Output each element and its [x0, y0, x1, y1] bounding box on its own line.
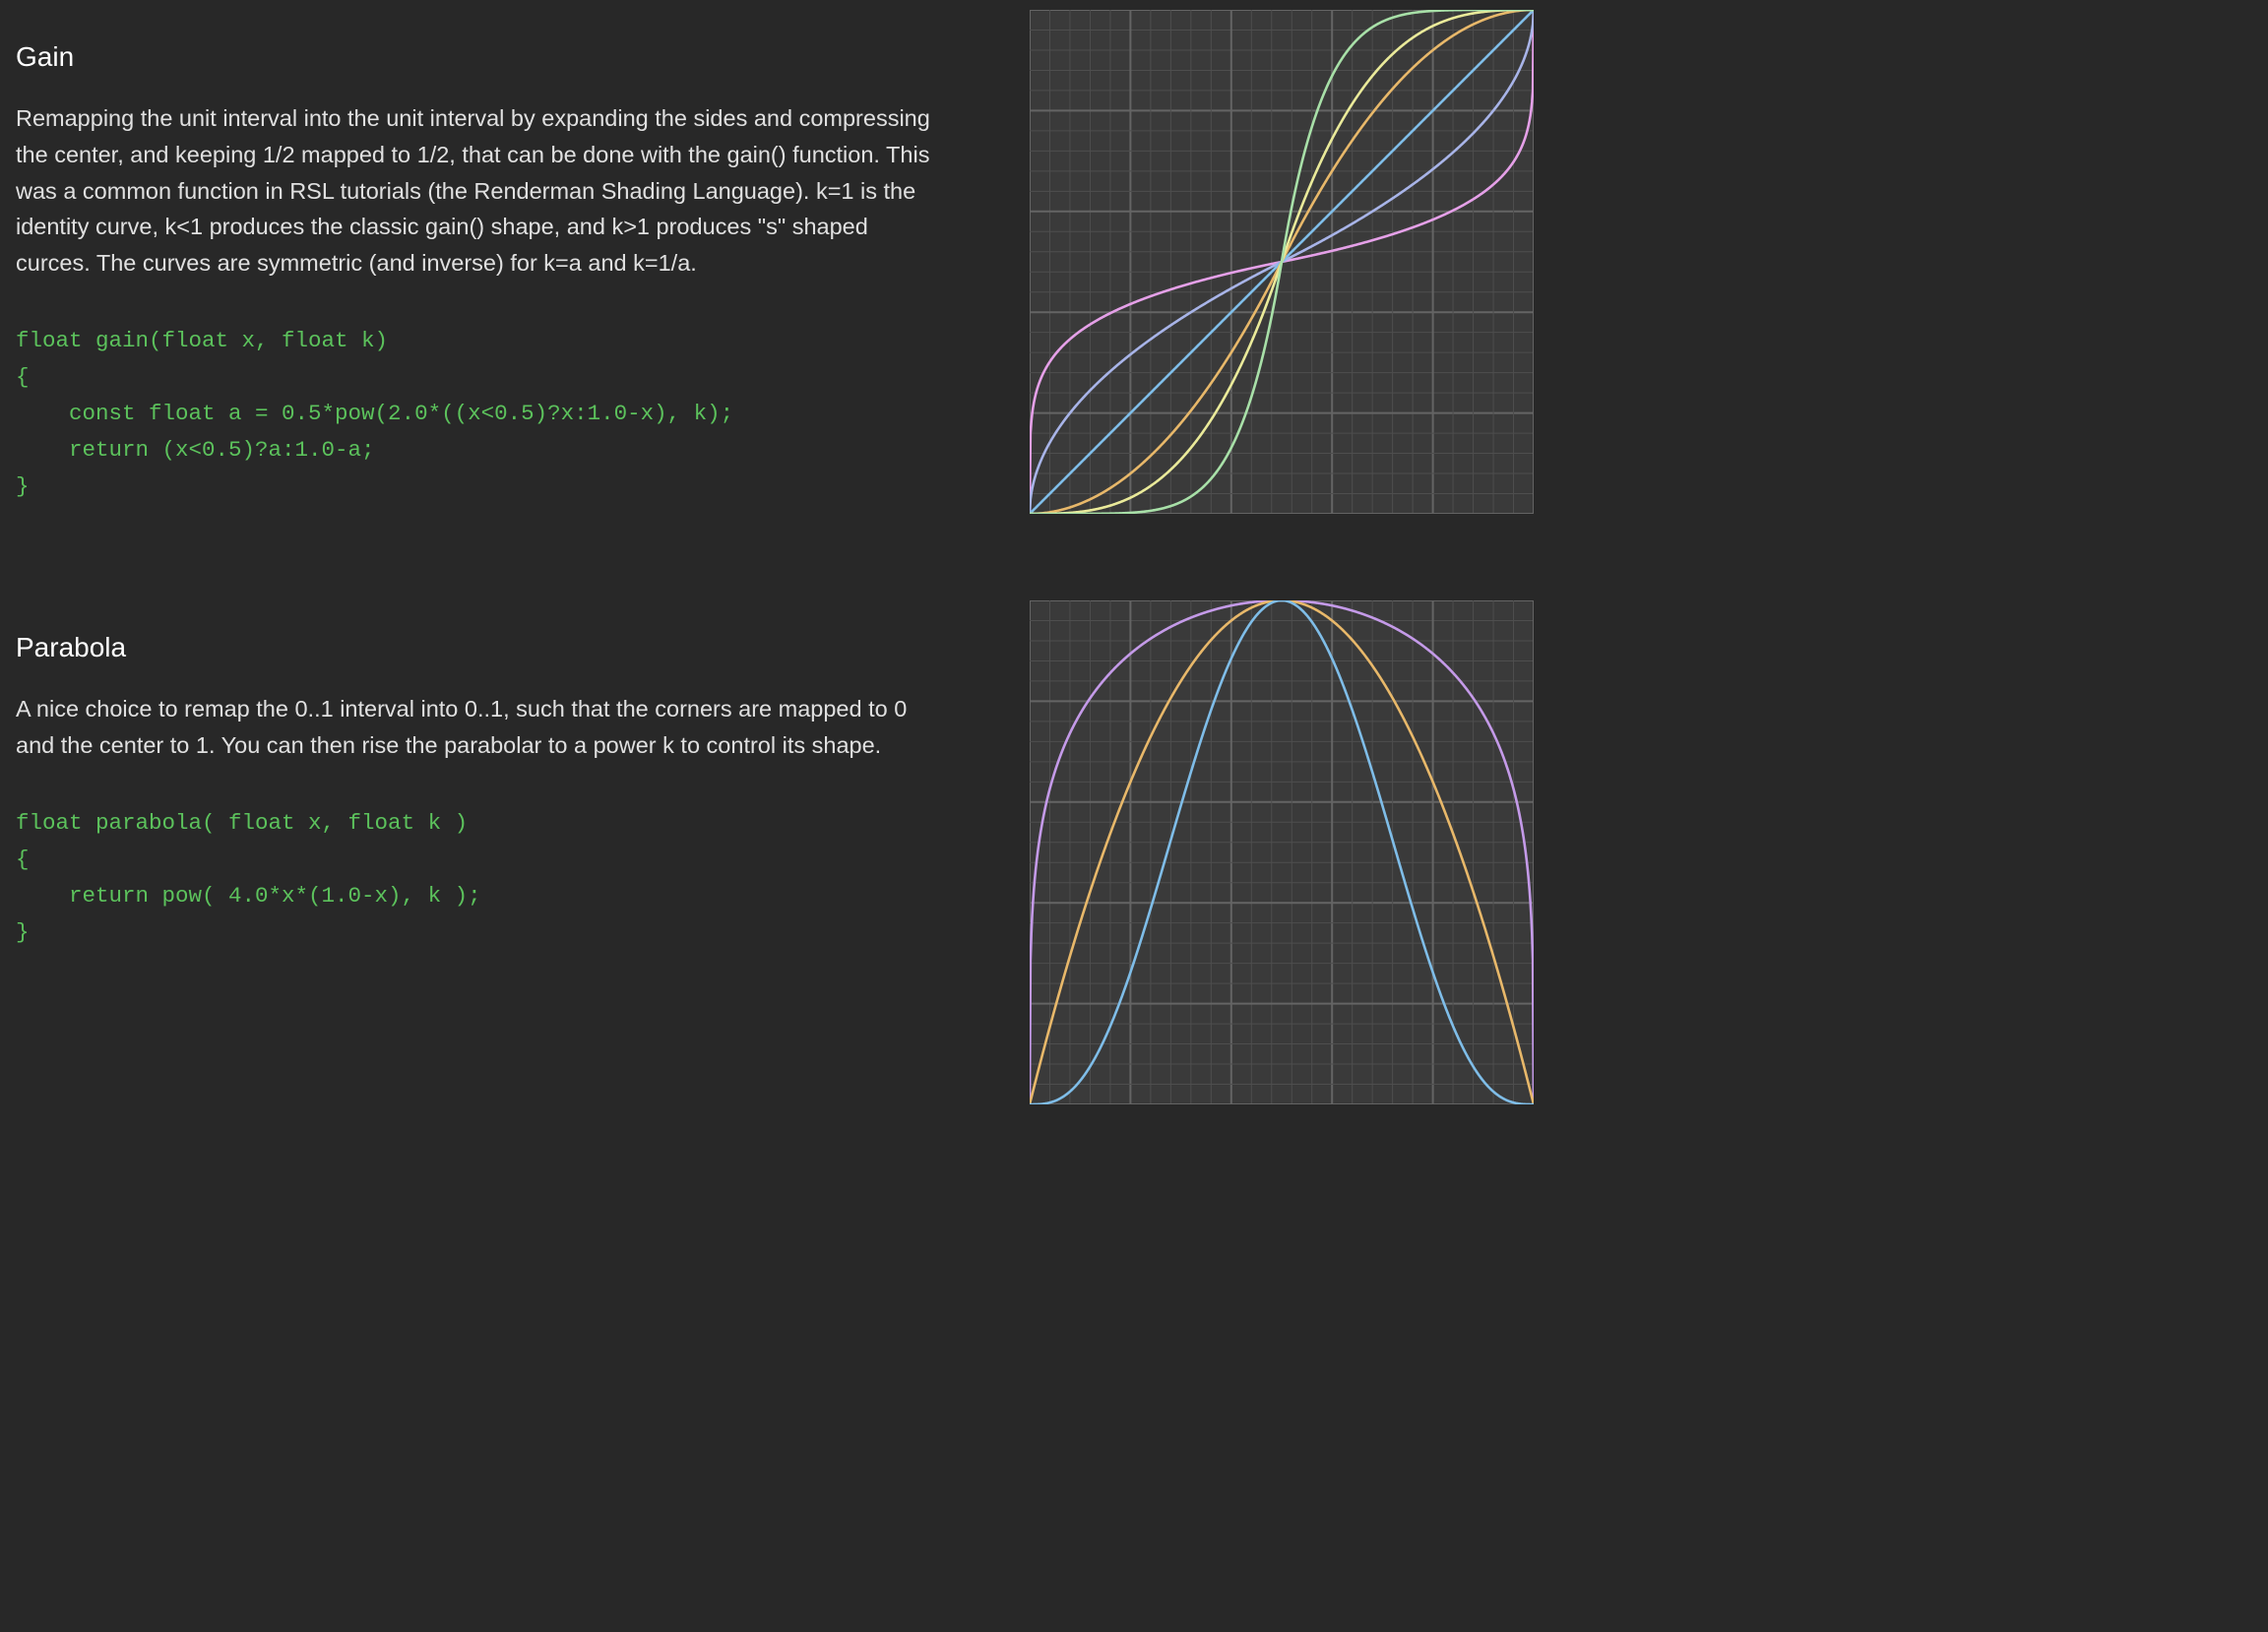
gain-code-line: }: [16, 472, 30, 499]
parabola-plot-svg: [1030, 600, 1534, 1104]
parabola-title: Parabola: [16, 632, 127, 662]
gain-description: Remapping the unit interval into the uni…: [16, 105, 930, 277]
parabola-description: A nice choice to remap the 0..1 interval…: [16, 696, 908, 758]
parabola-plot-background: [1030, 600, 1534, 1104]
parabola-code-line: float parabola( float x, float k ): [16, 809, 469, 836]
gain-section: Gain Remapping the unit interval into th…: [16, 37, 951, 505]
gain-title: Gain: [16, 41, 75, 72]
gain-code-block: float gain(float x, float k) { const flo…: [16, 323, 951, 505]
gain-code-line: const float a = 0.5*pow(2.0*((x<0.5)?x:1…: [16, 400, 734, 426]
gain-code-line: float gain(float x, float k): [16, 327, 389, 353]
parabola-plot: [1030, 600, 1534, 1104]
gain-plot-svg: [1030, 10, 1534, 514]
parabola-code-block: float parabola( float x, float k ) { ret…: [16, 805, 951, 951]
gain-code-line: return (x<0.5)?a:1.0-a;: [16, 436, 375, 463]
gain-code-line: {: [16, 363, 30, 390]
parabola-code-line: {: [16, 846, 30, 872]
parabola-code-line: }: [16, 918, 30, 945]
parabola-code-line: return pow( 4.0*x*(1.0-x), k );: [16, 882, 481, 909]
gain-plot: [1030, 10, 1534, 514]
parabola-section: Parabola A nice choice to remap the 0..1…: [16, 628, 951, 951]
